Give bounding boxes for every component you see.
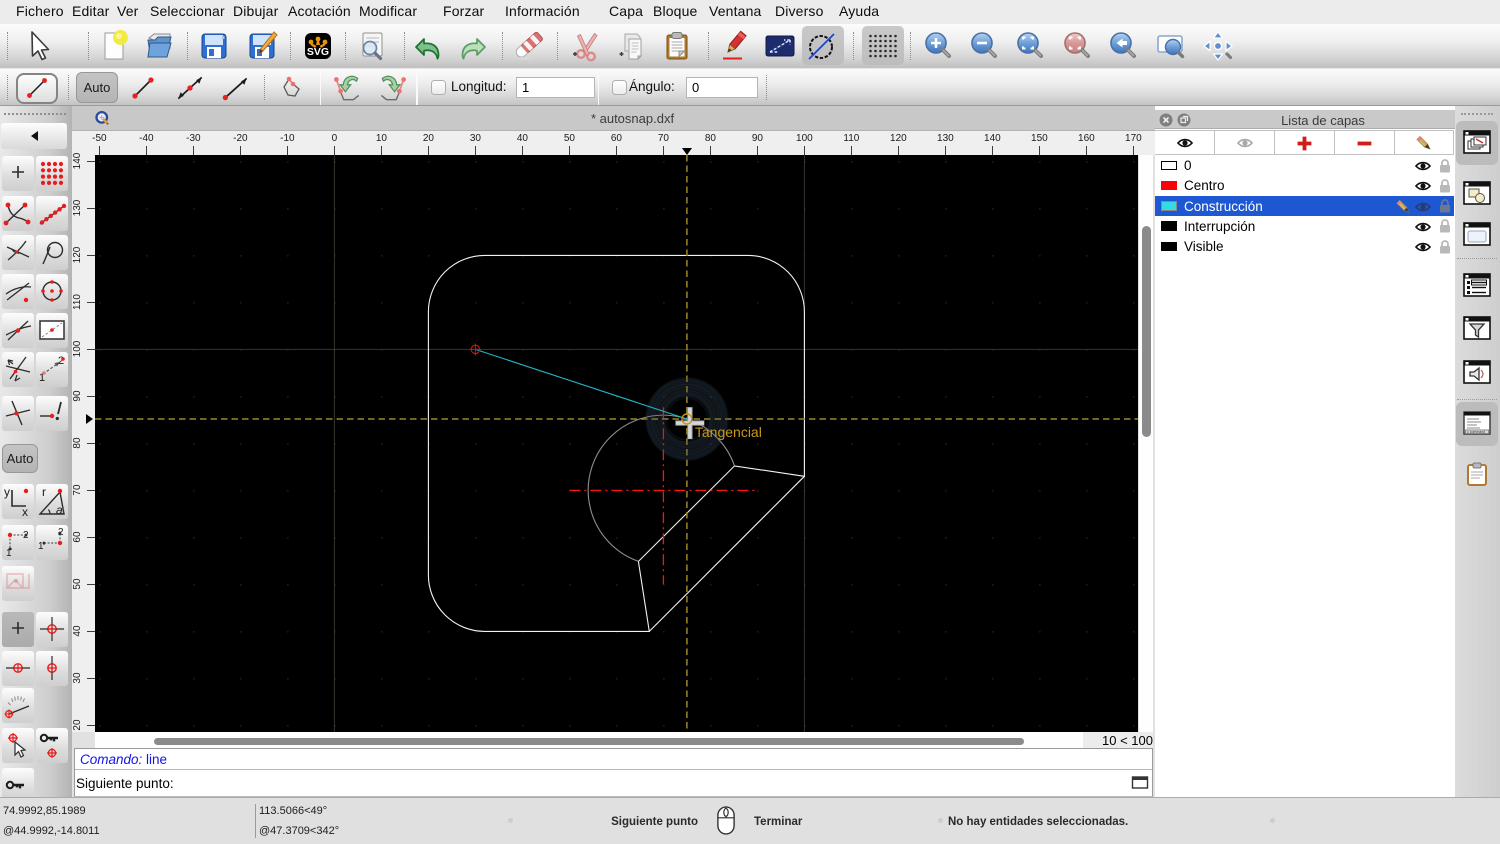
svg-text:Tangencial: Tangencial bbox=[695, 424, 762, 440]
svg-text:r: r bbox=[42, 485, 46, 499]
svg-text:x: x bbox=[22, 505, 28, 519]
svg-text:y: y bbox=[4, 485, 10, 499]
svg-text:2: 2 bbox=[58, 355, 64, 367]
svg-text:SVG: SVG bbox=[307, 46, 329, 58]
svg-text:c command: c command bbox=[1467, 430, 1485, 434]
